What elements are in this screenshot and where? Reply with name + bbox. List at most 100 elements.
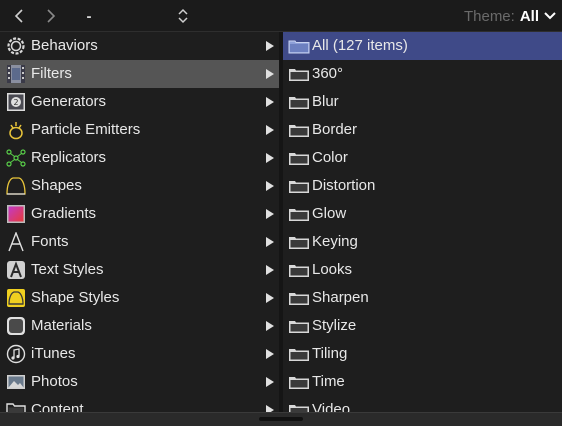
particle-icon bbox=[9, 122, 23, 140]
disclosure-arrow-icon bbox=[266, 321, 274, 331]
resize-handle[interactable] bbox=[259, 417, 303, 421]
shape-style-icon bbox=[7, 289, 25, 307]
category-item-text-styles[interactable]: Text Styles bbox=[0, 256, 279, 284]
folder-item-video[interactable]: Video bbox=[283, 396, 562, 412]
category-item-shapes[interactable]: Shapes bbox=[0, 172, 279, 200]
chevron-left-icon bbox=[14, 9, 23, 23]
chevron-down-icon bbox=[544, 12, 556, 20]
gradient-icon bbox=[7, 205, 25, 223]
up-down-chevron-icon[interactable] bbox=[176, 7, 190, 25]
folder-icon bbox=[289, 237, 309, 249]
category-item-materials[interactable]: Materials bbox=[0, 312, 279, 340]
category-item-photos[interactable]: Photos bbox=[0, 368, 279, 396]
folder-icon bbox=[289, 69, 309, 81]
category-label: Filters bbox=[31, 65, 72, 82]
category-label: Gradients bbox=[31, 205, 97, 222]
folder-item-looks[interactable]: Looks bbox=[283, 256, 562, 284]
folder-icon bbox=[289, 153, 309, 165]
folder-icon bbox=[289, 377, 309, 389]
generator-icon: 2 bbox=[7, 93, 25, 111]
category-item-filters[interactable]: Filters bbox=[0, 60, 279, 88]
folder-item-all[interactable]: All (127 items) bbox=[283, 32, 562, 60]
svg-text:2: 2 bbox=[13, 98, 18, 107]
disclosure-arrow-icon bbox=[266, 377, 274, 387]
category-label: Replicators bbox=[31, 149, 107, 166]
folder-label: Tiling bbox=[312, 345, 348, 362]
category-label: Generators bbox=[31, 93, 107, 110]
folder-item-sharpen[interactable]: Sharpen bbox=[283, 284, 562, 312]
category-label: Photos bbox=[31, 373, 78, 390]
folder-item-tiling[interactable]: Tiling bbox=[283, 340, 562, 368]
film-icon bbox=[7, 65, 25, 83]
gear-icon bbox=[7, 37, 25, 55]
disclosure-arrow-icon bbox=[266, 209, 274, 219]
disclosure-arrow-icon bbox=[266, 293, 274, 303]
category-label: iTunes bbox=[31, 345, 76, 362]
category-item-fonts[interactable]: Fonts bbox=[0, 228, 279, 256]
theme-label: Theme: bbox=[463, 7, 515, 25]
category-label: Behaviors bbox=[31, 37, 98, 54]
folder-item-distortion[interactable]: Distortion bbox=[283, 172, 562, 200]
folder-label: Blur bbox=[312, 93, 339, 110]
folder-item-blur[interactable]: Blur bbox=[283, 88, 562, 116]
folder-label: Color bbox=[312, 149, 348, 166]
path-popup[interactable]: - bbox=[82, 8, 96, 25]
disclosure-arrow-icon bbox=[266, 41, 274, 51]
back-button[interactable] bbox=[8, 0, 30, 32]
category-list[interactable]: Behaviors Filters 2 Generators Particle bbox=[0, 32, 279, 412]
category-item-particle-emitters[interactable]: Particle Emitters bbox=[0, 116, 279, 144]
category-item-replicators[interactable]: Replicators bbox=[0, 144, 279, 172]
folder-icon bbox=[289, 405, 309, 412]
folder-item-border[interactable]: Border bbox=[283, 116, 562, 144]
folder-label: All (127 items) bbox=[312, 37, 408, 54]
category-label: Shape Styles bbox=[31, 289, 120, 306]
folder-item-glow[interactable]: Glow bbox=[283, 200, 562, 228]
music-icon bbox=[6, 344, 26, 364]
category-label: Text Styles bbox=[31, 261, 104, 278]
disclosure-arrow-icon bbox=[266, 237, 274, 247]
category-item-itunes[interactable]: iTunes bbox=[0, 340, 279, 368]
folder-label: Glow bbox=[312, 205, 347, 222]
folder-icon bbox=[289, 181, 309, 193]
folder-icon bbox=[289, 265, 309, 277]
text-style-icon bbox=[7, 261, 25, 279]
category-item-content[interactable]: Content bbox=[0, 396, 279, 412]
folder-label: Distortion bbox=[312, 177, 376, 194]
disclosure-arrow-icon bbox=[266, 69, 274, 79]
category-item-shape-styles[interactable]: Shape Styles bbox=[0, 284, 279, 312]
folder-icon bbox=[289, 293, 309, 305]
folder-icon bbox=[289, 125, 309, 137]
theme-value: All bbox=[519, 7, 539, 25]
chevron-right-icon bbox=[47, 9, 56, 23]
photo-icon bbox=[7, 375, 25, 389]
folder-icon bbox=[289, 349, 309, 361]
folder-item-keying[interactable]: Keying bbox=[283, 228, 562, 256]
folder-label: Border bbox=[312, 121, 358, 138]
font-icon bbox=[8, 232, 24, 252]
material-icon bbox=[7, 317, 25, 335]
folder-item-time[interactable]: Time bbox=[283, 368, 562, 396]
category-item-gradients[interactable]: Gradients bbox=[0, 200, 279, 228]
folder-label: Looks bbox=[312, 261, 353, 278]
category-item-generators[interactable]: 2 Generators bbox=[0, 88, 279, 116]
folder-label: 360° bbox=[312, 65, 344, 82]
disclosure-arrow-icon bbox=[266, 153, 274, 163]
browser-toolbar: - Theme: All bbox=[0, 0, 562, 32]
folder-label: Keying bbox=[312, 233, 358, 250]
category-item-behaviors[interactable]: Behaviors bbox=[0, 32, 279, 60]
folder-item-stylize[interactable]: Stylize bbox=[283, 312, 562, 340]
filter-folder-list[interactable]: All (127 items) 360° Blur Border Color D… bbox=[283, 32, 562, 412]
folder-item-color[interactable]: Color bbox=[283, 144, 562, 172]
folder-label: Time bbox=[312, 373, 345, 390]
category-label: Materials bbox=[31, 317, 92, 334]
forward-button[interactable] bbox=[40, 0, 62, 32]
folder-label: Sharpen bbox=[312, 289, 369, 306]
folder-icon bbox=[6, 403, 26, 412]
category-label: Fonts bbox=[31, 233, 69, 250]
category-label: Particle Emitters bbox=[31, 121, 141, 138]
folder-icon bbox=[289, 97, 309, 109]
theme-popup[interactable]: Theme: All bbox=[464, 0, 556, 32]
disclosure-arrow-icon bbox=[266, 181, 274, 191]
folder-item-360[interactable]: 360° bbox=[283, 60, 562, 88]
category-label: Content bbox=[31, 401, 84, 412]
